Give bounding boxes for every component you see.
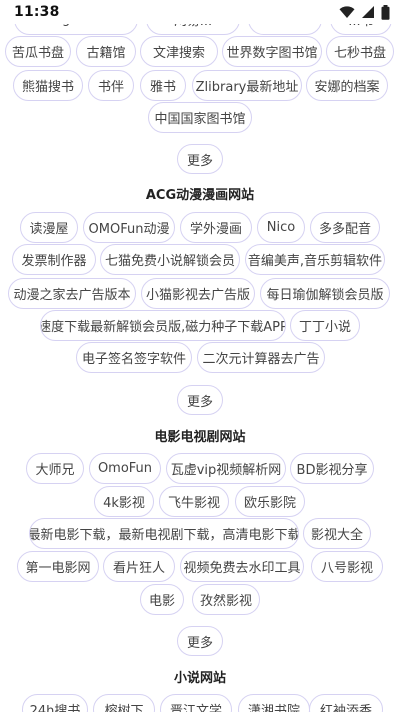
site-chip[interactable]: 动漫之家去广告版本 xyxy=(8,278,136,309)
site-chip[interactable]: Zlibrary最新地址 xyxy=(192,70,302,101)
status-time: 11:38 xyxy=(14,4,60,20)
site-chip[interactable]: BD影视分享 xyxy=(290,453,374,484)
site-chip[interactable]: 熊猫搜书 xyxy=(13,70,83,101)
site-chip[interactable]: 电影 xyxy=(140,584,184,615)
site-chip[interactable]: OMOFun动漫 xyxy=(83,212,175,243)
site-chip[interactable]: 小猫影视去广告版 xyxy=(141,278,255,309)
site-chip[interactable]: 晋江文学 xyxy=(160,694,232,712)
site-chip[interactable]: 七秒书盘 xyxy=(326,36,394,67)
site-chip[interactable]: 4k影视 xyxy=(94,486,154,517)
site-chip[interactable]: 瓦虚vip视频解析网 xyxy=(166,453,286,484)
site-chip[interactable]: 古籍馆 xyxy=(76,36,136,67)
more-button[interactable]: 更多 xyxy=(177,626,223,656)
site-chip[interactable]: 八号影视 xyxy=(311,551,383,582)
site-chip[interactable]: 欧乐影院 xyxy=(235,486,305,517)
site-chip[interactable]: 苦瓜书盘 xyxy=(5,36,71,67)
section-title-acg: ACG动漫漫画网站 xyxy=(145,188,255,203)
site-chip[interactable]: 多多配音 xyxy=(310,212,380,243)
site-chip[interactable]: 电子签名签字软件 xyxy=(76,342,192,373)
site-chip[interactable]: 丁丁小说 xyxy=(290,310,360,341)
site-chip[interactable]: 大师兄 xyxy=(26,453,84,484)
section-title-movie: 电影电视剧网站 xyxy=(154,430,246,445)
section-title-novel: 小说网站 xyxy=(173,671,226,686)
battery-icon xyxy=(381,4,390,20)
site-chip[interactable]: 看片狂人 xyxy=(103,551,175,582)
site-chip[interactable]: 书伴 xyxy=(88,70,134,101)
site-chip[interactable]: 世界数字图书馆 xyxy=(222,36,322,67)
site-chip[interactable]: 学外漫画 xyxy=(180,212,252,243)
site-chip[interactable]: OmoFun xyxy=(89,453,161,484)
more-button[interactable]: 更多 xyxy=(177,385,223,415)
site-chip[interactable]: 发票制作器 xyxy=(12,244,96,275)
site-directory: gif... 网易... cn ... ...书 苦瓜书盘 古籍馆 文津搜索 世… xyxy=(0,0,400,712)
site-chip[interactable]: 最新电影下载，最新电视剧下载，高清电影下载 xyxy=(29,518,299,549)
site-chip[interactable]: 第一电影网 xyxy=(17,551,99,582)
signal-icon xyxy=(361,5,375,19)
site-chip[interactable]: 红袖添香 xyxy=(309,694,383,712)
site-chip[interactable]: 潇湘书院 xyxy=(238,694,310,712)
site-chip[interactable]: 影视大全 xyxy=(303,518,371,549)
site-chip[interactable]: 每日瑜伽解锁会员版 xyxy=(260,278,390,309)
status-bar: 11:38 xyxy=(0,0,400,24)
status-icons xyxy=(339,4,390,20)
site-chip[interactable]: 音编美声,音乐剪辑软件 xyxy=(245,244,385,275)
site-chip[interactable]: 视频免费去水印工具 xyxy=(180,551,304,582)
site-chip[interactable]: 雅书 xyxy=(140,70,186,101)
site-chip[interactable]: 文津搜索 xyxy=(140,36,218,67)
wifi-icon xyxy=(339,5,355,19)
site-chip[interactable]: 中国国家图书馆 xyxy=(148,102,252,133)
site-chip[interactable]: 榕树下 xyxy=(93,694,155,712)
site-chip[interactable]: 速度下载最新解锁会员版,磁力种子下载APP xyxy=(40,310,286,341)
site-chip[interactable]: 飞牛影视 xyxy=(159,486,229,517)
site-chip[interactable]: 安娜的档案 xyxy=(306,70,388,101)
site-chip[interactable]: 孜然影视 xyxy=(192,584,260,615)
site-chip[interactable]: 七猫免费小说解锁会员 xyxy=(100,244,240,275)
more-button[interactable]: 更多 xyxy=(177,144,223,174)
site-chip[interactable]: 24h搜书 xyxy=(22,694,88,712)
site-chip[interactable]: 二次元计算器去广告 xyxy=(197,342,325,373)
site-chip[interactable]: Nico xyxy=(257,212,305,243)
site-chip[interactable]: 读漫屋 xyxy=(20,212,78,243)
